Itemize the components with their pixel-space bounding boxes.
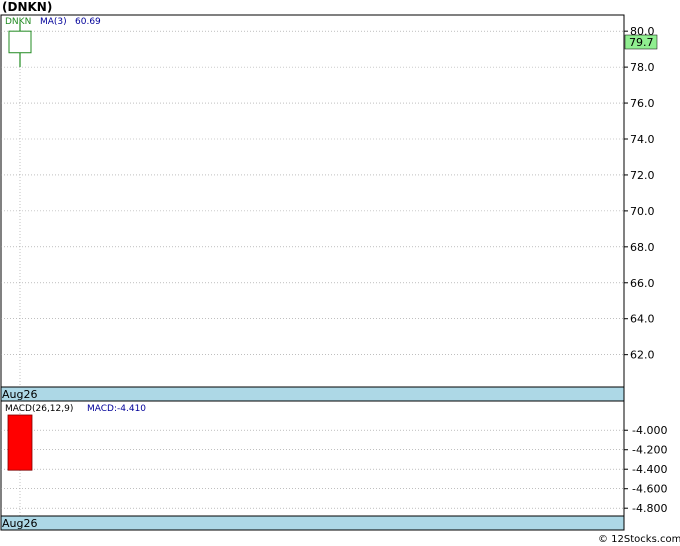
footer-credit: © 12Stocks.com bbox=[598, 534, 680, 545]
ma-value: 60.69 bbox=[75, 17, 101, 27]
macd-tick-label: -4.200 bbox=[632, 444, 667, 457]
chart-title: (DNKN) bbox=[2, 0, 52, 14]
price-tick-label: 70.0 bbox=[630, 205, 655, 218]
macd-value-label: MACD:-4.410 bbox=[87, 404, 146, 414]
candle-body bbox=[8, 30, 32, 54]
macd-label: MACD(26,12,9) bbox=[5, 404, 73, 414]
price-axis: 80.078.076.074.072.070.068.066.064.062.0 bbox=[624, 25, 655, 362]
price-tick-label: 68.0 bbox=[630, 241, 655, 254]
macd-panel bbox=[0, 400, 625, 517]
macd-tick-label: -4.000 bbox=[632, 424, 667, 437]
ticker-label: DNKN bbox=[5, 17, 31, 27]
price-tick-label: 72.0 bbox=[630, 169, 655, 182]
macd-axis: -4.000 -4.200 -4.400 -4.600 -4.800 bbox=[624, 424, 667, 515]
last-price-label: 79.7 bbox=[629, 36, 654, 49]
macd-date-label: Aug26 bbox=[2, 517, 37, 530]
price-tick-label: 76.0 bbox=[630, 97, 655, 110]
price-tick-label: 78.0 bbox=[630, 61, 655, 74]
price-tick-label: 74.0 bbox=[630, 133, 655, 146]
price-panel bbox=[0, 14, 625, 388]
macd-tick-label: -4.800 bbox=[632, 502, 667, 515]
price-tick-label: 64.0 bbox=[630, 313, 655, 326]
price-tick-label: 66.0 bbox=[630, 277, 655, 290]
price-date-band bbox=[0, 386, 625, 402]
price-tick-label: 62.0 bbox=[630, 349, 655, 362]
macd-tick-label: -4.400 bbox=[632, 463, 667, 476]
price-date-label: Aug26 bbox=[2, 388, 37, 401]
macd-tick-label: -4.600 bbox=[632, 483, 667, 496]
ma-label: MA(3) bbox=[40, 17, 67, 27]
macd-date-band bbox=[0, 515, 625, 531]
macd-bar bbox=[7, 414, 33, 471]
macd-bars bbox=[7, 414, 33, 471]
stock-chart: (DNKN) 80.078.076.074.072.070.068.066.06… bbox=[0, 0, 680, 545]
